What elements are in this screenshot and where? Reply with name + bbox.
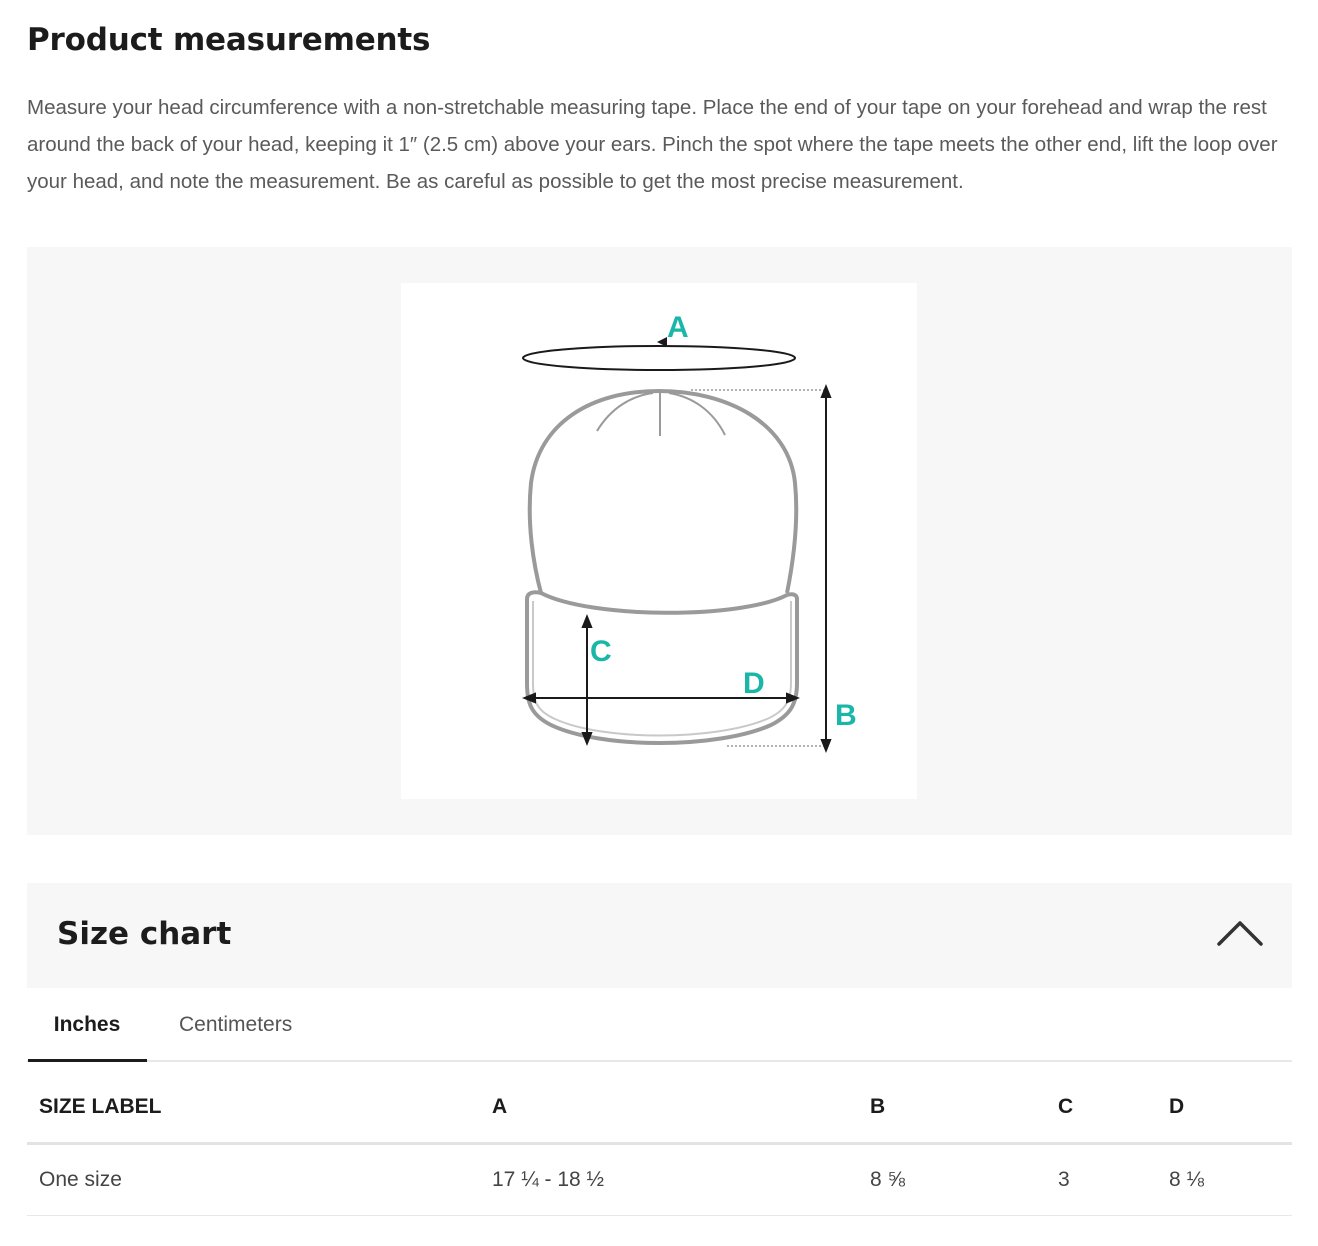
table-header-row: SIZE LABEL A B C D [27, 1072, 1292, 1145]
label-d: D [743, 667, 765, 700]
size-table: SIZE LABEL A B C D One size 17 ¼ - 18 ½ … [27, 1072, 1292, 1216]
header-b: B [858, 1072, 1046, 1145]
header-c: C [1046, 1072, 1157, 1145]
page-title: Product measurements [27, 22, 431, 58]
size-chart-header[interactable]: Size chart [27, 883, 1292, 988]
chevron-up-icon[interactable] [1216, 917, 1264, 949]
cell-b: 8 ⅝ [858, 1143, 1046, 1216]
tab-inches[interactable]: Inches [27, 996, 147, 1062]
cell-size-label: One size [27, 1143, 480, 1216]
label-b: B [835, 699, 857, 732]
diagram-panel: A C D B [27, 247, 1292, 835]
beanie-crown-outline [527, 388, 799, 594]
beanie-diagram: A C D B [401, 283, 917, 799]
beanie-measurement-illustration: A C D B [522, 311, 857, 753]
cell-c: 3 [1046, 1143, 1157, 1216]
header-size-label: SIZE LABEL [27, 1072, 480, 1145]
unit-tabs: Inches Centimeters [27, 996, 1292, 1062]
tab-centimeters[interactable]: Centimeters [179, 996, 292, 1060]
cell-a: 17 ¼ - 18 ½ [480, 1143, 858, 1216]
size-chart-title: Size chart [57, 916, 232, 952]
circumference-ellipse [522, 345, 796, 371]
table-row: One size 17 ¼ - 18 ½ 8 ⅝ 3 8 ⅛ [27, 1143, 1292, 1216]
header-d: D [1157, 1072, 1292, 1145]
cell-d: 8 ⅛ [1157, 1143, 1292, 1216]
label-a: A [667, 311, 689, 344]
label-c: C [590, 635, 612, 668]
measurement-instructions: Measure your head circumference with a n… [27, 96, 1278, 193]
header-a: A [480, 1072, 858, 1145]
